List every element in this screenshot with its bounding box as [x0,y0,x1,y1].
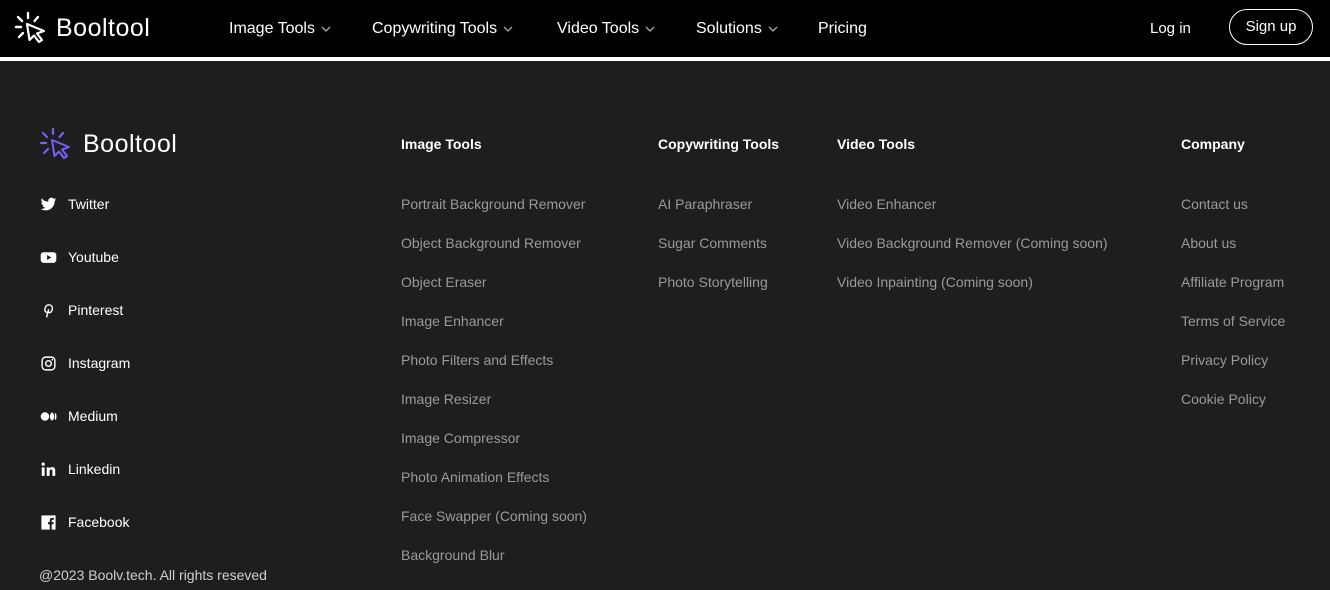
footer-link-face-swapper[interactable]: Face Swapper (Coming soon) [401,508,587,524]
footer-column-title-copywriting-tools: Copywriting Tools [658,136,780,152]
footer-link-sugar-comments[interactable]: Sugar Comments [658,235,767,251]
footer-column-title-company: Company [1181,136,1245,152]
social-link-medium[interactable]: Medium [39,407,118,425]
footer-link-about-us[interactable]: About us [1181,235,1236,251]
nav-label: Solutions [696,19,762,37]
social-label: Youtube [68,249,119,265]
footer-logo[interactable]: Booltool [39,127,177,161]
social-label: Instagram [68,355,131,371]
copyright-text: @2023 Boolv.tech. All rights reseved [39,567,267,583]
footer-column-title-video-tools: Video Tools [837,136,916,152]
twitter-icon [39,195,57,213]
social-label: Medium [68,408,118,424]
footer-link-photo-filters[interactable]: Photo Filters and Effects [401,352,553,368]
nav-video-tools[interactable]: Video Tools [557,0,655,57]
footer-link-portrait-background-remover[interactable]: Portrait Background Remover [401,196,585,212]
footer-link-video-enhancer[interactable]: Video Enhancer [837,196,936,212]
nav-label: Video Tools [557,19,640,37]
footer-link-image-enhancer[interactable]: Image Enhancer [401,313,504,329]
social-label: Linkedin [68,461,121,477]
top-navbar: Booltool Image Tools Copywriting Tools V… [0,0,1330,57]
login-link[interactable]: Log in [1150,0,1191,57]
social-link-twitter[interactable]: Twitter [39,195,109,213]
booltool-logo-icon [39,127,70,159]
chevron-down-icon [645,26,655,32]
social-link-pinterest[interactable]: Pinterest [39,301,123,319]
instagram-icon [39,354,57,372]
footer-link-image-compressor[interactable]: Image Compressor [401,430,520,446]
footer-link-object-background-remover[interactable]: Object Background Remover [401,235,581,251]
booltool-logo-icon [14,11,46,44]
nav-solutions[interactable]: Solutions [696,0,778,57]
pinterest-icon [39,301,57,319]
header-divider [0,57,1330,61]
footer-link-video-background-remover[interactable]: Video Background Remover (Coming soon) [837,235,1108,251]
nav-label: Image Tools [229,19,315,37]
footer-link-background-blur[interactable]: Background Blur [401,547,505,563]
linkedin-icon [39,460,57,478]
footer-column-title-image-tools: Image Tools [401,136,482,152]
footer-link-affiliate-program[interactable]: Affiliate Program [1181,274,1284,290]
header-logo[interactable]: Booltool [14,10,150,46]
footer-link-video-inpainting[interactable]: Video Inpainting (Coming soon) [837,274,1033,290]
medium-icon [39,407,57,425]
chevron-down-icon [768,26,778,32]
footer-brand-name: Booltool [83,129,178,158]
nav-copywriting-tools[interactable]: Copywriting Tools [372,0,513,57]
nav-image-tools[interactable]: Image Tools [229,0,331,57]
nav-label: Pricing [818,19,867,37]
facebook-icon [39,513,57,531]
social-label: Pinterest [68,302,124,318]
footer-link-privacy-policy[interactable]: Privacy Policy [1181,352,1268,368]
nav-pricing[interactable]: Pricing [818,0,867,57]
footer-link-image-resizer[interactable]: Image Resizer [401,391,491,407]
signup-button[interactable]: Sign up [1229,9,1313,45]
social-link-youtube[interactable]: Youtube [39,248,119,266]
social-link-instagram[interactable]: Instagram [39,354,130,372]
footer-link-cookie-policy[interactable]: Cookie Policy [1181,391,1266,407]
social-link-linkedin[interactable]: Linkedin [39,460,120,478]
chevron-down-icon [503,26,513,32]
social-label: Twitter [68,196,110,212]
nav-label: Copywriting Tools [372,19,498,37]
footer-link-photo-animation-effects[interactable]: Photo Animation Effects [401,469,549,485]
social-link-facebook[interactable]: Facebook [39,513,129,531]
footer-link-ai-paraphraser[interactable]: AI Paraphraser [658,196,752,212]
social-label: Facebook [68,514,130,530]
footer-link-contact-us[interactable]: Contact us [1181,196,1248,212]
header-brand-name: Booltool [56,13,151,42]
footer-link-photo-storytelling[interactable]: Photo Storytelling [658,274,768,290]
youtube-icon [39,248,57,266]
footer-link-terms-of-service[interactable]: Terms of Service [1181,313,1285,329]
chevron-down-icon [321,26,331,32]
footer-link-object-eraser[interactable]: Object Eraser [401,274,487,290]
